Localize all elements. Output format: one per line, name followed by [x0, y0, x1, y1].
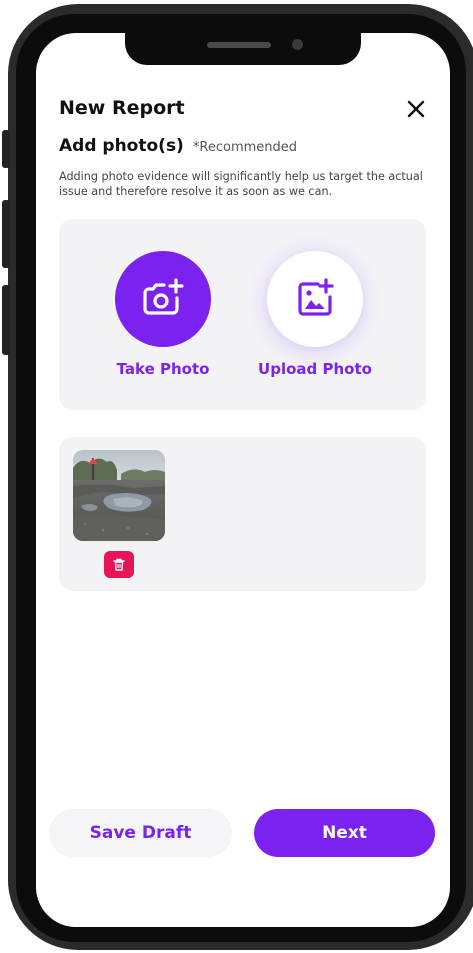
take-photo-button[interactable] [115, 251, 211, 347]
camera-add-icon [143, 278, 184, 315]
phone-volume-down-button [2, 285, 10, 355]
close-button[interactable] [404, 97, 428, 121]
delete-photo-button[interactable] [104, 551, 134, 578]
phone-mute-switch [2, 130, 10, 168]
image-add-icon [298, 278, 334, 316]
pothole-road-photo [73, 450, 165, 541]
page-title: New Report [59, 97, 185, 119]
next-button[interactable]: Next [254, 809, 435, 857]
trash-icon [113, 558, 125, 571]
front-camera [292, 39, 303, 50]
section-title: Add photo(s) [59, 136, 184, 156]
close-icon [407, 100, 425, 118]
save-draft-button[interactable]: Save Draft [49, 809, 232, 857]
photo-description: Adding photo evidence will significantly… [59, 170, 423, 198]
upload-photo-button[interactable] [267, 251, 363, 347]
phone-notch [125, 33, 361, 65]
recommended-note: *Recommended [192, 140, 298, 155]
photo-thumbnail[interactable] [73, 450, 165, 541]
take-photo-label[interactable]: Take Photo [111, 360, 215, 378]
phone-volume-up-button [2, 200, 10, 268]
speaker-grille [207, 42, 271, 48]
upload-photo-label[interactable]: Upload Photo [254, 360, 376, 378]
photo-section-heading: Add photo(s) *Recommended [59, 136, 297, 156]
